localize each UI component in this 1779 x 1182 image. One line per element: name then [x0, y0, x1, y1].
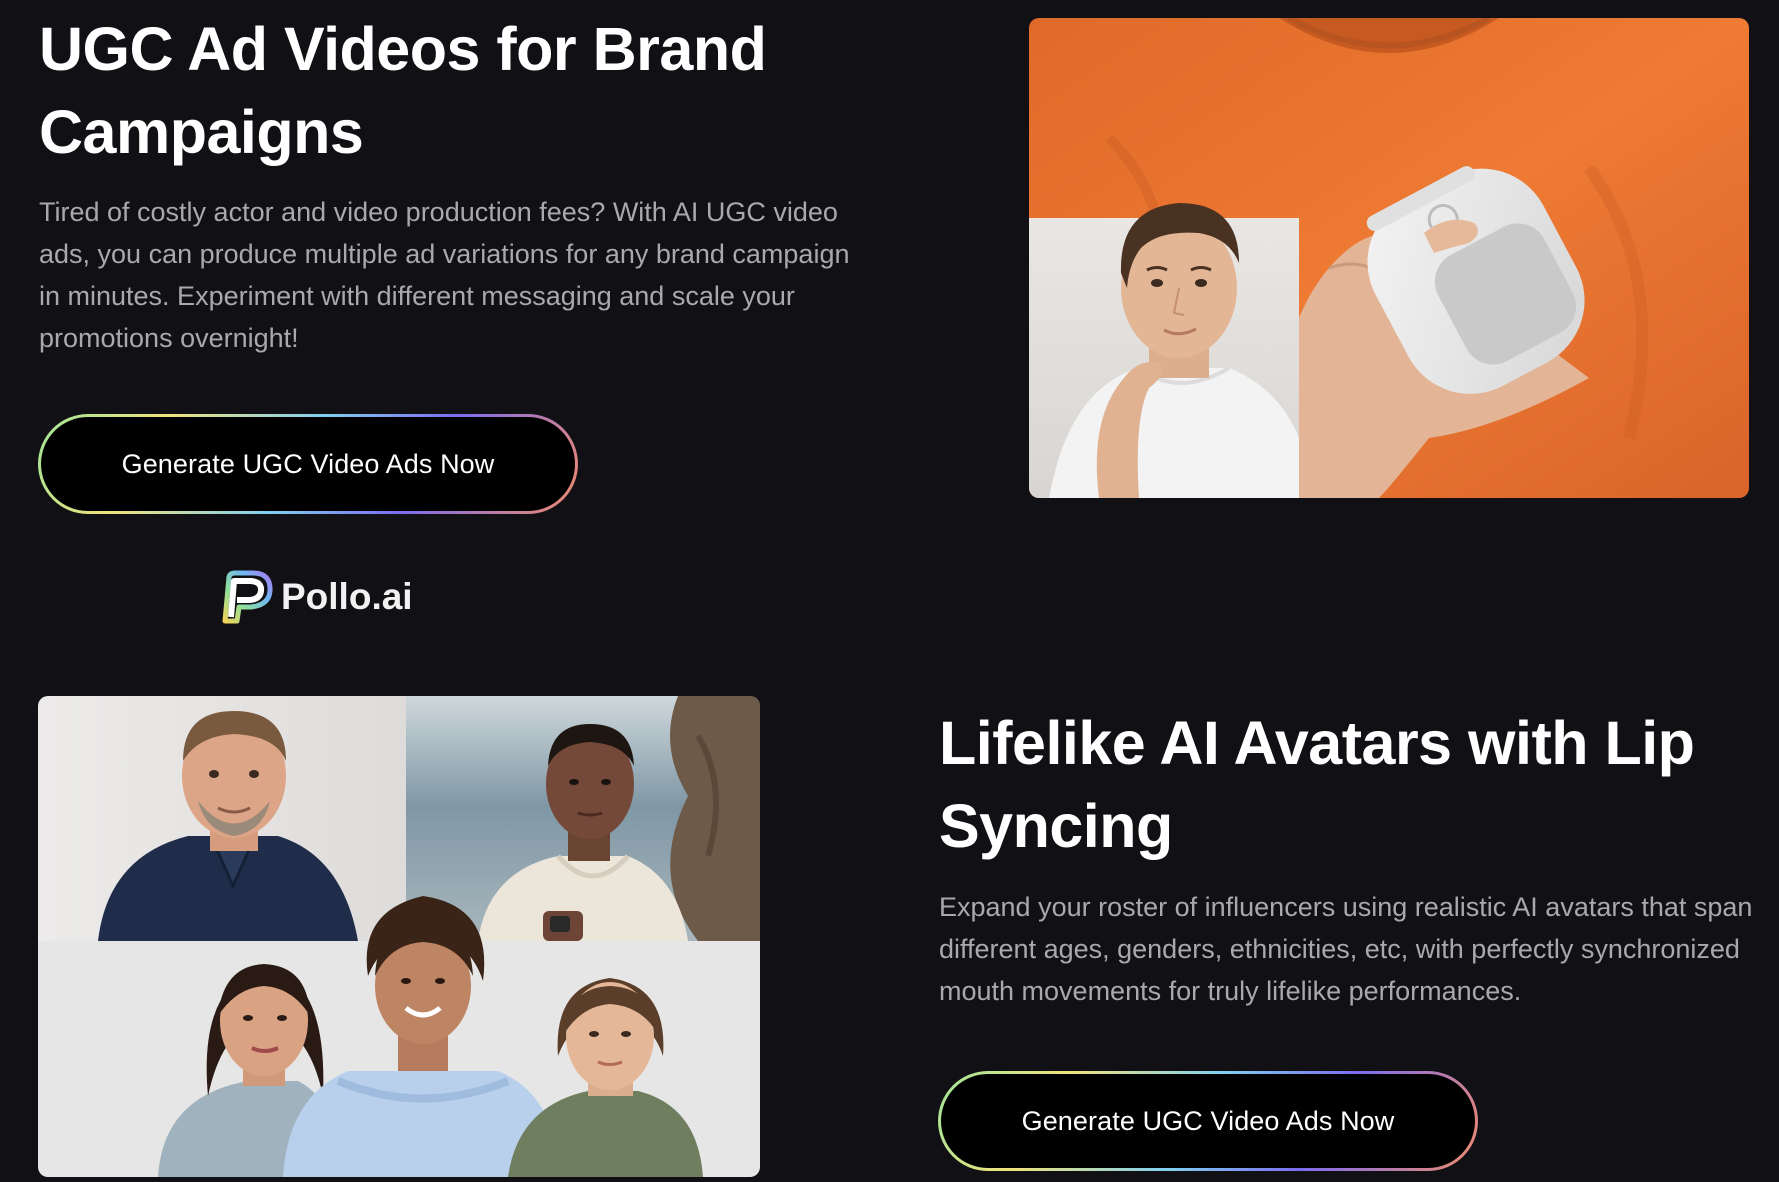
logo-text: Pollo.ai [281, 576, 413, 617]
button-label: Generate UGC Video Ads Now [941, 1074, 1475, 1168]
generate-ugc-video-ads-button[interactable]: Generate UGC Video Ads Now [38, 414, 578, 514]
generate-ugc-video-ads-button[interactable]: Generate UGC Video Ads Now [938, 1071, 1478, 1171]
pollo-p-logo-icon [222, 570, 273, 624]
heading-line: UGC Ad Videos for Brand [39, 15, 767, 83]
product-showcase-image [1029, 18, 1749, 498]
avatars-section: Lifelike AI Avatars with Lip Syncing Exp… [939, 702, 1759, 1012]
section-heading-ugc-ads: UGC Ad Videos for Brand Campaigns [39, 8, 869, 174]
avatars-collage-photo [38, 696, 760, 1177]
person-with-product-photo [1029, 18, 1749, 498]
ugc-section: UGC Ad Videos for Brand Campaigns Tired … [39, 8, 869, 359]
page: UGC Ad Videos for Brand Campaigns Tired … [0, 0, 1779, 1182]
pollo-ai-logo[interactable]: Pollo.ai [215, 569, 413, 625]
button-label: Generate UGC Video Ads Now [41, 417, 575, 511]
section-description: Expand your roster of influencers using … [939, 892, 1753, 1006]
section-description: Tired of costly actor and video producti… [39, 197, 850, 353]
heading-line: Lifelike AI Avatars with Lip [939, 709, 1695, 777]
section-heading-ai-avatars: Lifelike AI Avatars with Lip Syncing [939, 702, 1759, 868]
heading-line: Campaigns [39, 98, 364, 166]
avatars-collage-image [38, 696, 760, 1177]
heading-line: Syncing [939, 792, 1173, 860]
